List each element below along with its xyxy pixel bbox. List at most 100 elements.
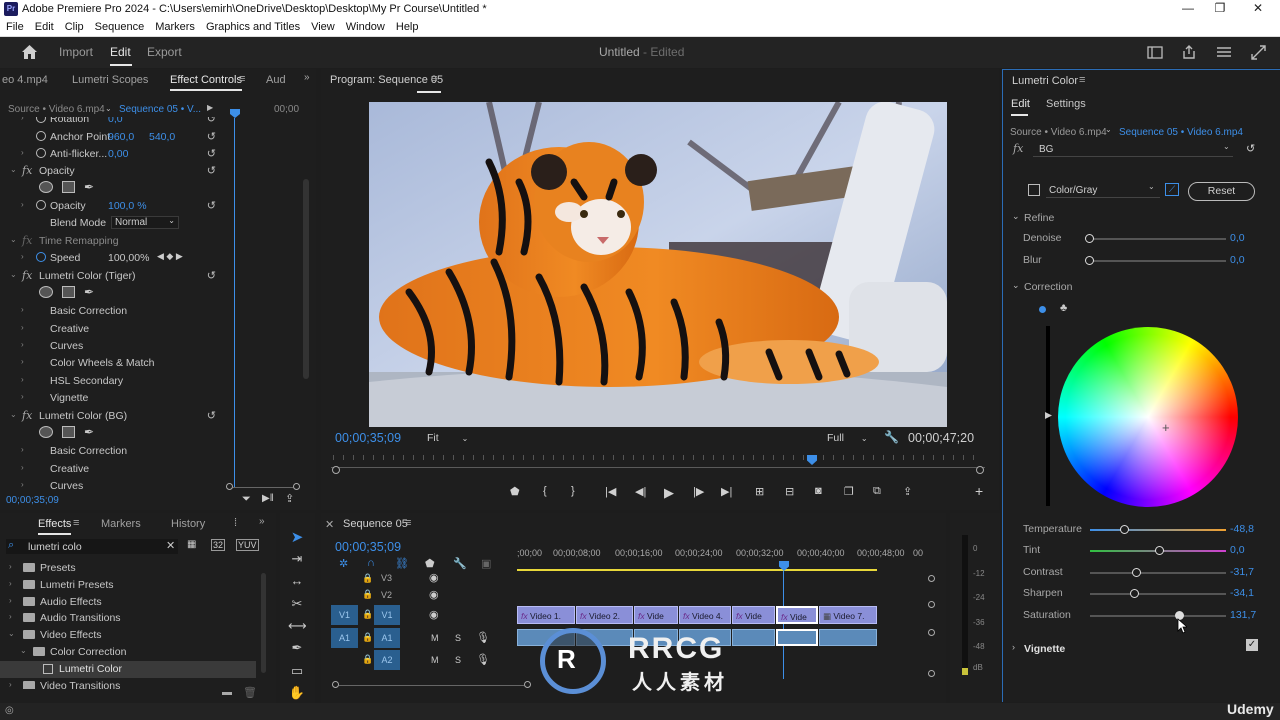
fx-icon[interactable]: fx bbox=[22, 234, 32, 247]
ec-timecode[interactable]: 00;00;35;09 bbox=[6, 495, 59, 506]
quick-export-menu-icon[interactable] bbox=[1216, 45, 1232, 59]
close-button[interactable]: ✕ bbox=[1243, 1, 1273, 18]
tree-audio-effects[interactable]: › Audio Effects bbox=[0, 594, 256, 611]
program-current-timecode[interactable]: 00;00;35;09 bbox=[335, 431, 401, 445]
lock-icon[interactable]: 🔒 bbox=[362, 654, 373, 665]
saturation-track[interactable] bbox=[1090, 615, 1226, 617]
tab-effects[interactable]: Effects bbox=[38, 518, 72, 535]
single-wheel-mode-icon[interactable] bbox=[1039, 306, 1046, 313]
menu-graphics[interactable]: Graphics and Titles bbox=[200, 19, 305, 33]
caret-icon[interactable]: › bbox=[21, 117, 24, 122]
slip-tool-icon[interactable]: ⟷ bbox=[288, 618, 307, 636]
lock-icon[interactable]: 🔒 bbox=[362, 632, 373, 643]
wheel-center-crosshair-icon[interactable]: + bbox=[1162, 420, 1170, 435]
program-scrubber-track[interactable] bbox=[331, 467, 985, 468]
fx-icon[interactable]: fx bbox=[22, 164, 32, 177]
reset-icon[interactable]: ↺ bbox=[207, 199, 216, 212]
tree-audio-transitions[interactable]: › Audio Transitions bbox=[0, 610, 256, 627]
stopwatch-icon[interactable] bbox=[36, 200, 46, 210]
new-bin-icon[interactable]: ▬ bbox=[222, 687, 232, 698]
search-input[interactable]: lumetri colo bbox=[28, 541, 82, 553]
maximize-button[interactable]: ❐ bbox=[1205, 1, 1235, 18]
program-monitor-title[interactable]: Program: Sequence 05 bbox=[330, 74, 443, 86]
panel-menu-icon[interactable]: ≡ bbox=[239, 73, 245, 85]
hand-tool-icon[interactable]: ✋ bbox=[288, 685, 306, 703]
track-v1-label[interactable]: V1 bbox=[374, 605, 400, 625]
eye-icon[interactable]: ◉ bbox=[429, 588, 439, 601]
ellipse-mask-icon[interactable] bbox=[39, 181, 53, 193]
accelerated-effects-icon[interactable]: ▦ bbox=[187, 539, 196, 550]
32bit-effects-icon[interactable]: 32 bbox=[211, 539, 226, 551]
vignette-section-label[interactable]: Vignette bbox=[1024, 643, 1065, 655]
reset-icon[interactable]: ↺ bbox=[207, 130, 216, 143]
solo-button[interactable]: S bbox=[455, 655, 461, 665]
color-gray-checkbox[interactable] bbox=[1028, 184, 1040, 196]
caret-icon[interactable]: ⌄ bbox=[10, 270, 17, 279]
ellipse-mask-icon[interactable] bbox=[39, 286, 53, 298]
vscroll-bottom-handle[interactable] bbox=[928, 670, 935, 677]
clip-video-4[interactable]: fx Video 4. bbox=[679, 606, 731, 624]
chevron-down-icon[interactable]: ⌄ bbox=[1012, 211, 1020, 222]
sharpen-value[interactable]: -34,1 bbox=[1230, 587, 1254, 599]
tiger-basic-row[interactable]: › Basic Correction bbox=[0, 303, 222, 320]
caret-icon[interactable]: › bbox=[21, 148, 24, 157]
ec-sequence-label[interactable]: Sequence 05 • V... bbox=[119, 104, 201, 115]
fit-select[interactable]: Fit ⌄ bbox=[427, 432, 468, 444]
reset-icon[interactable]: ↺ bbox=[207, 269, 216, 282]
bg-curves-row[interactable]: › Curves bbox=[0, 478, 222, 489]
tab-effect-controls[interactable]: Effect Controls bbox=[170, 74, 242, 91]
yuv-effects-icon[interactable]: YUV bbox=[236, 539, 259, 551]
blur-knob[interactable] bbox=[1085, 256, 1094, 265]
keyframe-nav-icons[interactable]: ◀ ◆ ▶ bbox=[157, 251, 183, 262]
reset-button[interactable]: Reset bbox=[1188, 182, 1255, 201]
opacity-value[interactable]: 100,0 % bbox=[108, 200, 147, 212]
vignette-enable-checkbox[interactable]: ✓ bbox=[1246, 639, 1258, 651]
tree-video-effects[interactable]: ⌄ Video Effects bbox=[0, 627, 256, 644]
vscroll-top-handle[interactable] bbox=[928, 575, 935, 582]
three-wheel-mode-icon[interactable]: ♣ bbox=[1060, 302, 1067, 314]
denoise-value[interactable]: 0,0 bbox=[1230, 232, 1245, 244]
tint-value[interactable]: 0,0 bbox=[1230, 544, 1245, 556]
add-button-icon[interactable]: + bbox=[975, 483, 983, 499]
panel-menu-icon[interactable]: ≡ bbox=[73, 517, 79, 529]
tab-markers[interactable]: Markers bbox=[101, 518, 141, 530]
effects-scrollbar[interactable] bbox=[261, 573, 266, 673]
blur-value[interactable]: 0,0 bbox=[1230, 254, 1245, 266]
filter-icon[interactable]: ⏷ bbox=[242, 493, 251, 506]
pen-tool-icon[interactable]: ✒ bbox=[288, 640, 306, 658]
track-select-tool-icon[interactable]: ⇥ bbox=[288, 551, 306, 569]
tiger-wheels-row[interactable]: › Color Wheels & Match bbox=[0, 355, 222, 372]
program-video-frame[interactable] bbox=[369, 102, 947, 427]
timeline-timecode[interactable]: 00;00;35;09 bbox=[335, 540, 401, 554]
clip-video-1[interactable]: fx Video 1. bbox=[517, 606, 575, 624]
audio-clip-6-selected[interactable] bbox=[776, 629, 818, 646]
anchor-y-value[interactable]: 540,0 bbox=[149, 131, 175, 143]
pen-mask-icon[interactable]: ✒ bbox=[84, 180, 94, 194]
eyedropper-icon[interactable]: ⟋ bbox=[1165, 183, 1179, 196]
chevron-down-icon[interactable]: ⌄ bbox=[105, 104, 112, 113]
effects-search-field[interactable]: ⌕ lumetri colo ✕ bbox=[6, 539, 178, 554]
play-only-icon[interactable]: ▶ bbox=[207, 103, 213, 112]
speed-value[interactable]: 100,00% bbox=[108, 252, 149, 264]
ec-zoom-right-handle[interactable] bbox=[293, 483, 300, 490]
reset-icon[interactable]: ↺ bbox=[207, 164, 216, 177]
tree-lumetri-presets[interactable]: › Lumetri Presets bbox=[0, 577, 256, 594]
contrast-knob[interactable] bbox=[1132, 568, 1141, 577]
panel-menu-icon[interactable]: ≡ bbox=[405, 517, 411, 529]
home-icon[interactable] bbox=[21, 44, 38, 60]
lift-icon[interactable]: ⊞ bbox=[755, 485, 764, 498]
ellipse-mask-icon[interactable] bbox=[39, 426, 53, 438]
mode-select[interactable]: Color/Gray ⌄ bbox=[1046, 182, 1160, 198]
tiger-vignette-row[interactable]: › Vignette bbox=[0, 390, 222, 407]
vscroll-v-handle[interactable] bbox=[928, 601, 935, 608]
more-icon[interactable]: ⁞ bbox=[234, 517, 237, 529]
mark-out-icon[interactable]: } bbox=[571, 485, 575, 497]
snap-icon[interactable]: ∩ bbox=[367, 557, 375, 569]
close-tab-icon[interactable]: ✕ bbox=[325, 518, 334, 531]
mute-button[interactable]: M bbox=[431, 633, 439, 643]
contrast-track[interactable] bbox=[1090, 572, 1226, 574]
nav-edit[interactable]: Edit bbox=[110, 45, 131, 59]
source-patch-a1[interactable]: A1 bbox=[331, 628, 358, 648]
rectangle-mask-icon[interactable] bbox=[62, 286, 75, 298]
add-marker-icon[interactable]: ⬟ bbox=[510, 485, 520, 498]
